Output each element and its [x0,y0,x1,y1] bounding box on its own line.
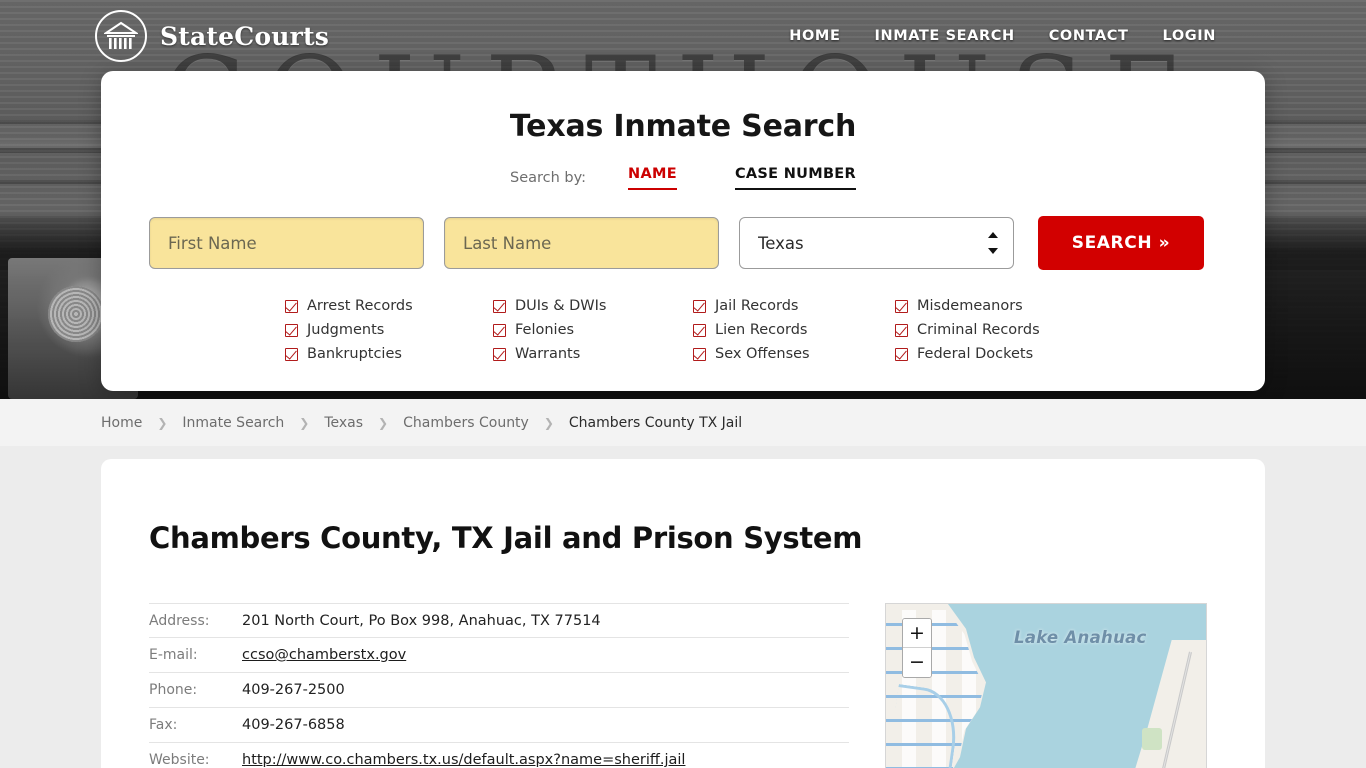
brand-logo-link[interactable]: StateCourts [95,10,329,62]
zoom-in-button[interactable]: + [903,619,931,648]
checked-checkbox-icon [895,323,908,337]
record-type-jail-records[interactable]: Jail Records [693,298,895,314]
checked-checkbox-icon [693,347,706,361]
map-park-area [1142,728,1162,750]
table-row: Website: http://www.co.chambers.tx.us/de… [149,743,849,768]
map-water-label: Lake Anahuac [1014,628,1147,647]
record-type-label: Lien Records [715,322,808,338]
page-body: Chambers County, TX Jail and Prison Syst… [0,446,1366,768]
nav-item-inmate-search[interactable]: INMATE SEARCH [874,28,1014,44]
info-value-email: ccso@chamberstx.gov [242,647,406,663]
location-map[interactable]: Lake Anahuac + − [885,603,1207,768]
search-by-label: Search by: [510,170,587,186]
chevron-right-icon: ❯ [378,415,389,430]
search-by-tabs: Search by: NAME CASE NUMBER [149,166,1217,190]
breadcrumb-item-home[interactable]: Home [101,415,142,431]
info-label-phone: Phone: [149,682,198,698]
chevron-right-icon: ❯ [157,415,168,430]
jail-detail-card: Chambers County, TX Jail and Prison Syst… [101,459,1265,768]
search-panel-title: Texas Inmate Search [509,109,857,144]
nav-item-login[interactable]: LOGIN [1163,28,1216,44]
record-type-label: Bankruptcies [307,346,402,362]
record-type-misdemeanors[interactable]: Misdemeanors [895,298,1217,314]
website-link[interactable]: http://www.co.chambers.tx.us/default.asp… [242,752,685,768]
brand-name: StateCourts [160,21,329,51]
record-type-sex-offenses[interactable]: Sex Offenses [693,346,895,362]
breadcrumb-item-chambers-county[interactable]: Chambers County [403,415,529,431]
record-type-federal-dockets[interactable]: Federal Dockets [895,346,1217,362]
chevron-right-icon: ❯ [299,415,310,430]
table-row: Fax: 409-267-6858 [149,708,849,743]
record-type-lien-records[interactable]: Lien Records [693,322,895,338]
record-type-label: Sex Offenses [715,346,810,362]
search-button[interactable]: SEARCH » [1038,216,1204,270]
record-type-label: Arrest Records [307,298,413,314]
checked-checkbox-icon [285,299,298,313]
record-type-label: Jail Records [715,298,799,314]
info-label-fax: Fax: [149,717,178,733]
record-types-list: Arrest Records DUIs & DWIs Jail Records … [149,298,1217,362]
search-fields-row: Texas SEARCH » [149,216,1217,270]
table-row: Address: 201 North Court, Po Box 998, An… [149,603,849,638]
checked-checkbox-icon [285,323,298,337]
courthouse-circle-icon [95,10,147,62]
record-type-label: Misdemeanors [917,298,1023,314]
table-row: E-mail: ccso@chamberstx.gov [149,638,849,673]
page-title: Chambers County, TX Jail and Prison Syst… [149,521,863,555]
table-row: Phone: 409-267-2500 [149,673,849,708]
info-label-website: Website: [149,752,210,768]
tab-case-number[interactable]: CASE NUMBER [734,166,856,190]
record-type-criminal-records[interactable]: Criminal Records [895,322,1217,338]
nav-item-home[interactable]: HOME [789,28,840,44]
record-type-label: Judgments [307,322,385,338]
info-value-phone: 409-267-2500 [242,682,345,698]
checked-checkbox-icon [693,299,706,313]
record-type-arrest-records[interactable]: Arrest Records [285,298,493,314]
record-type-duis-dwis[interactable]: DUIs & DWIs [493,298,693,314]
checked-checkbox-icon [493,299,506,313]
record-type-label: Warrants [515,346,581,362]
state-select[interactable]: Texas [739,217,1014,269]
record-type-felonies[interactable]: Felonies [493,322,693,338]
info-value-website: http://www.co.chambers.tx.us/default.asp… [242,752,685,768]
breadcrumb-item-inmate-search[interactable]: Inmate Search [182,415,284,431]
map-zoom-controls: + − [902,618,932,678]
checked-checkbox-icon [693,323,706,337]
hero-banner: COURTHOUSE StateCourts HOME INMATE SEARC… [0,0,1366,399]
checked-checkbox-icon [285,347,298,361]
last-name-input[interactable] [444,217,719,269]
detail-layout: Address: 201 North Court, Po Box 998, An… [149,603,1217,768]
info-value-fax: 409-267-6858 [242,717,345,733]
checked-checkbox-icon [493,323,506,337]
record-type-label: Federal Dockets [917,346,1034,362]
info-label-email: E-mail: [149,647,198,663]
facility-info-table: Address: 201 North Court, Po Box 998, An… [149,603,849,768]
record-type-bankruptcies[interactable]: Bankruptcies [285,346,493,362]
checked-checkbox-icon [895,347,908,361]
checked-checkbox-icon [895,299,908,313]
tab-name[interactable]: NAME [628,166,677,190]
info-label-address: Address: [149,612,210,629]
record-type-judgments[interactable]: Judgments [285,322,493,338]
nav-item-contact[interactable]: CONTACT [1049,28,1129,44]
breadcrumb: Home ❯ Inmate Search ❯ Texas ❯ Chambers … [0,399,1366,446]
zoom-out-button[interactable]: − [903,648,931,677]
email-link[interactable]: ccso@chamberstx.gov [242,647,406,663]
record-type-label: Criminal Records [917,322,1040,338]
top-bar: StateCourts HOME INMATE SEARCH CONTACT L… [0,0,1366,72]
checked-checkbox-icon [493,347,506,361]
record-type-warrants[interactable]: Warrants [493,346,693,362]
first-name-input[interactable] [149,217,424,269]
record-type-label: Felonies [515,322,575,338]
breadcrumb-item-texas[interactable]: Texas [324,415,363,431]
info-value-address: 201 North Court, Po Box 998, Anahuac, TX… [242,612,601,629]
breadcrumb-item-current: Chambers County TX Jail [568,414,743,431]
record-type-label: DUIs & DWIs [515,298,607,314]
inmate-search-panel: Texas Inmate Search Search by: NAME CASE… [101,71,1265,391]
main-navigation: HOME INMATE SEARCH CONTACT LOGIN [789,28,1216,44]
chevron-right-icon: ❯ [543,415,554,430]
state-select-wrapper: Texas [739,217,1014,269]
